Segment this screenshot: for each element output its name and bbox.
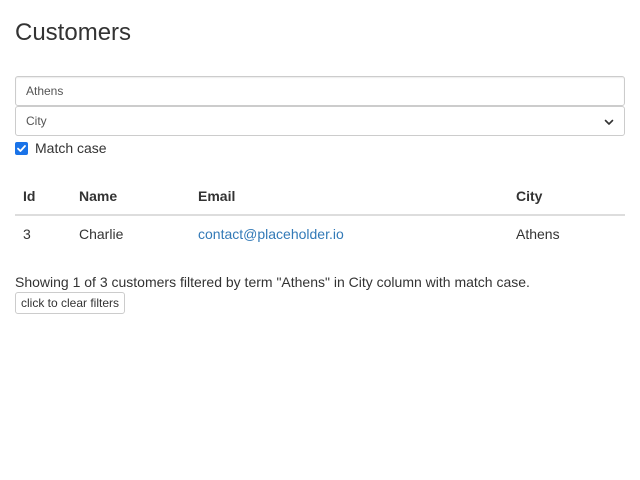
filter-status-text: Showing 1 of 3 customers filtered by ter… [15, 274, 530, 290]
chevron-down-icon [604, 116, 614, 126]
search-input[interactable] [15, 76, 625, 106]
column-header-id[interactable]: Id [15, 178, 71, 216]
cell-name: Charlie [79, 226, 124, 243]
email-link[interactable]: contact@placeholder.io [198, 226, 344, 242]
customers-page: Customers City Match case Id Name Email … [0, 0, 640, 480]
customers-table: Id Name Email City 3 Charlie contact@pla… [15, 178, 625, 254]
column-select[interactable]: City [15, 106, 625, 136]
table-row: 3 Charlie contact@placeholder.io Athens [15, 215, 625, 253]
match-case-option[interactable]: Match case [15, 139, 107, 157]
column-select-value: City [26, 114, 47, 128]
cell-city: Athens [516, 226, 560, 243]
cell-id: 3 [23, 226, 31, 243]
column-header-city[interactable]: City [508, 178, 625, 216]
column-header-email[interactable]: Email [190, 178, 508, 216]
match-case-label: Match case [35, 140, 107, 156]
clear-filters-button[interactable]: click to clear filters [15, 292, 126, 314]
match-case-checkbox[interactable] [15, 141, 28, 155]
page-title: Customers [15, 19, 132, 46]
cell-email: contact@placeholder.io [190, 215, 508, 253]
table-header-row: Id Name Email City [15, 178, 625, 216]
column-header-name[interactable]: Name [71, 178, 190, 216]
